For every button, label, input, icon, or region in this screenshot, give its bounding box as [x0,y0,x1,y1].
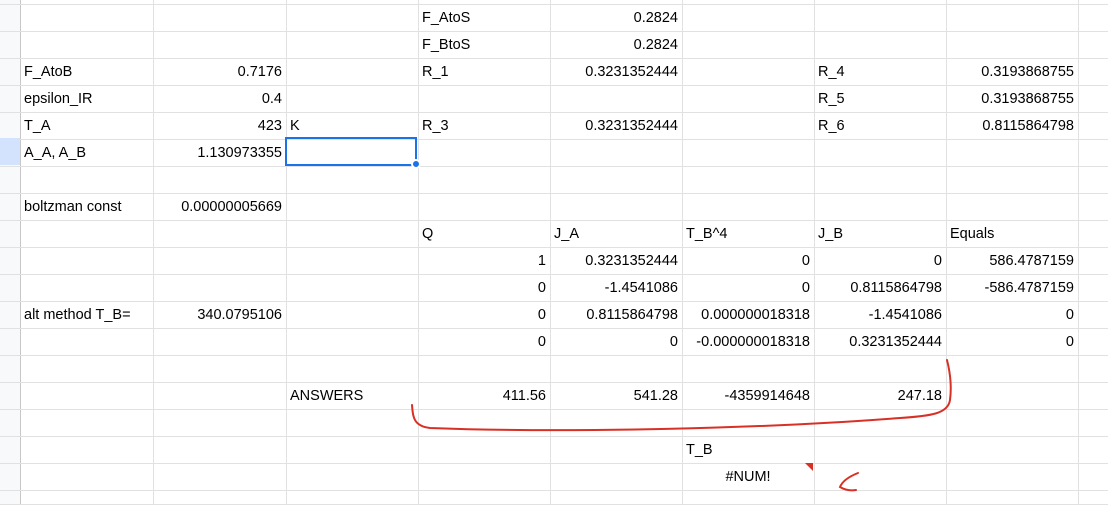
arrow-mark-ink [838,472,859,492]
handwritten-annotation [411,359,952,492]
answers-bracket-ink [411,359,952,432]
spreadsheet-grid[interactable]: F_AtoS 0.2824 F_BtoS 0.2824 F_AtoB 0.7176 R_1 0… [0,0,1108,505]
